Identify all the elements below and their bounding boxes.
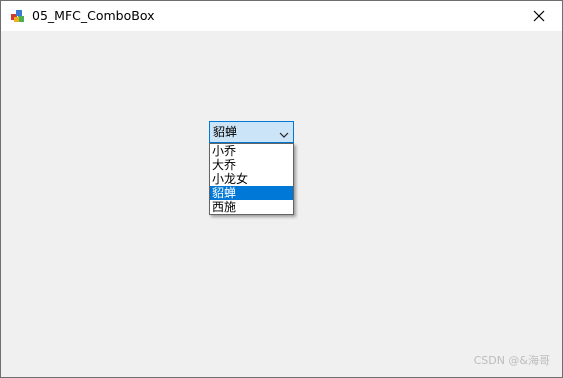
- app-window: 05_MFC_ComboBox 貂蝉 小乔 大乔 小龙女 貂蝉 西施 CSDN …: [0, 0, 563, 378]
- list-item[interactable]: 小乔: [210, 144, 293, 158]
- combo-dropdown-list: 小乔 大乔 小龙女 貂蝉 西施: [209, 143, 294, 215]
- chevron-down-icon[interactable]: [278, 126, 290, 138]
- watermark: CSDN @&海哥: [473, 354, 550, 367]
- list-item-selected[interactable]: 貂蝉: [210, 186, 293, 200]
- close-button[interactable]: [516, 1, 562, 31]
- app-icon: [10, 8, 26, 24]
- list-item[interactable]: 小龙女: [210, 172, 293, 186]
- list-item[interactable]: 西施: [210, 200, 293, 214]
- combo-box[interactable]: 貂蝉: [209, 121, 294, 143]
- close-icon: [533, 7, 545, 26]
- title-bar[interactable]: 05_MFC_ComboBox: [1, 1, 562, 31]
- combo-selected-value: 貂蝉: [213, 125, 238, 139]
- list-item[interactable]: 大乔: [210, 158, 293, 172]
- client-area: 貂蝉 小乔 大乔 小龙女 貂蝉 西施 CSDN @&海哥: [1, 31, 562, 377]
- window-title: 05_MFC_ComboBox: [32, 8, 155, 23]
